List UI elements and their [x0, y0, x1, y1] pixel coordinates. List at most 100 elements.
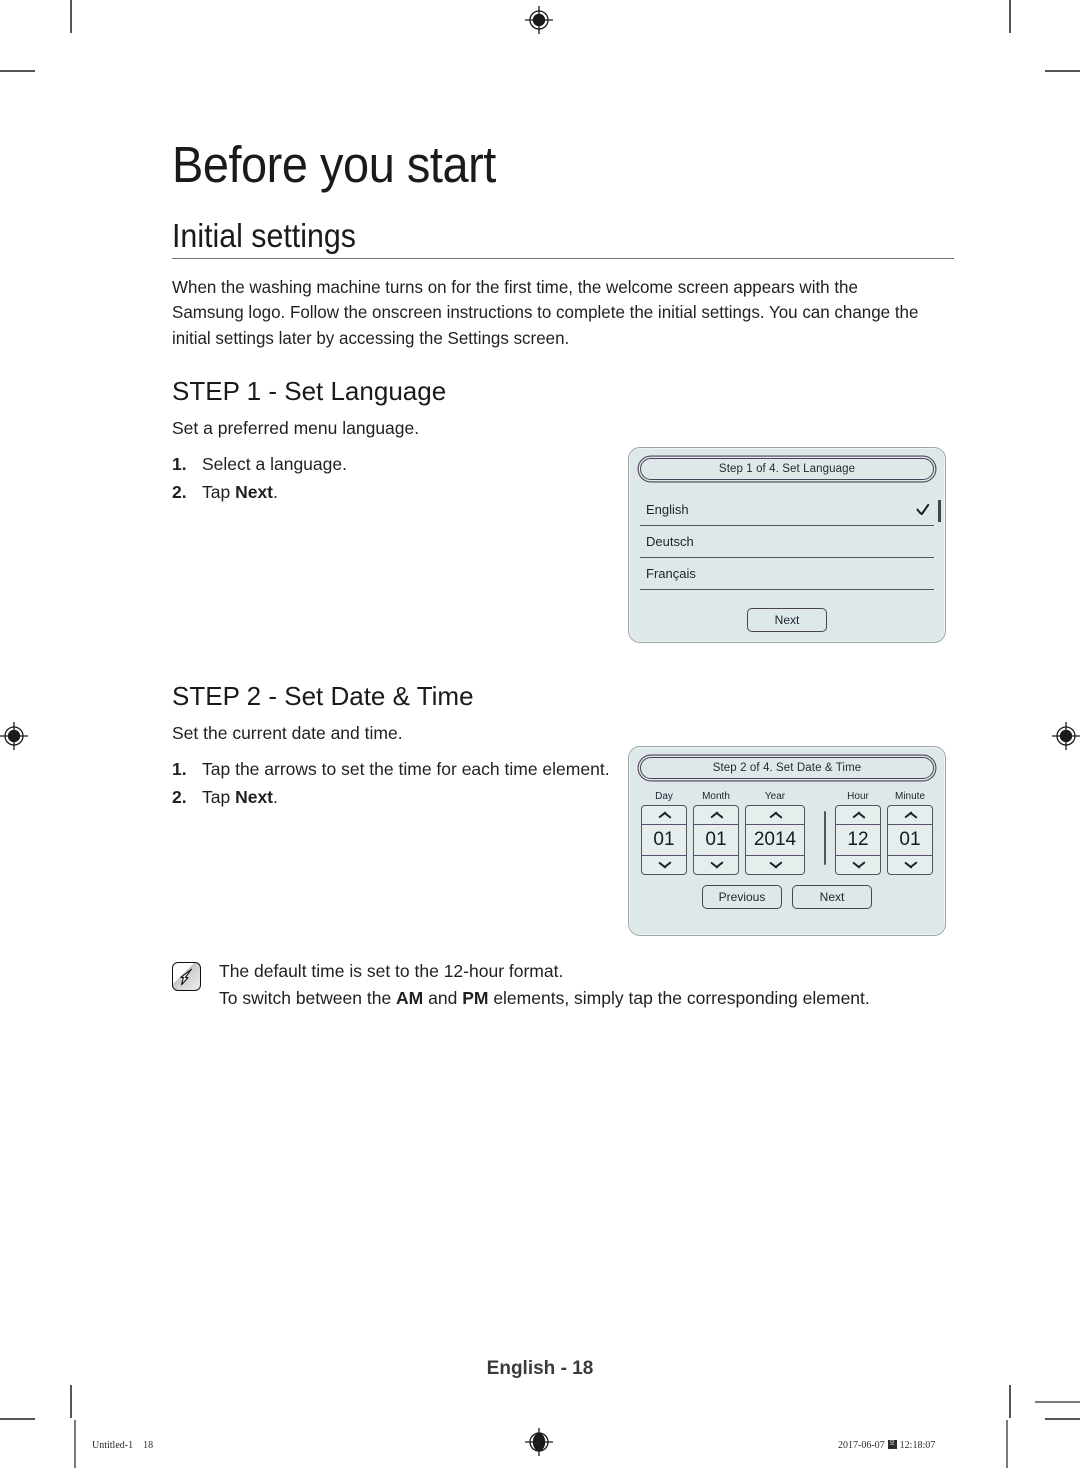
day-value: 01: [653, 829, 675, 850]
minute-spinbox: 01: [887, 805, 933, 875]
month-value: 01: [705, 829, 727, 850]
device-screen-body: Step 2 of 4. Set Date & Time Day 01 Mont…: [629, 747, 945, 935]
chevron-down-icon: [904, 861, 917, 869]
language-list: English Deutsch Français: [640, 494, 941, 590]
device-screen-set-language: Step 1 of 4. Set Language English Deutsc…: [628, 447, 946, 643]
month-decrement-button[interactable]: [694, 855, 738, 874]
note-line2-part-a: To switch between the: [219, 988, 397, 1008]
note-text: The default time is set to the 12-hour f…: [219, 958, 870, 1012]
day-label: Day: [655, 791, 673, 802]
minute-increment-button[interactable]: [888, 806, 932, 825]
year-value: 2014: [753, 829, 797, 850]
note-line-1: The default time is set to the 12-hour f…: [219, 961, 564, 981]
date-time-spinners: Day 01 Month 01 Year 2014 Hour 12 Minute…: [640, 791, 934, 875]
pen-glyph-icon: [180, 968, 193, 986]
minute-decrement-button[interactable]: [888, 855, 932, 874]
page-folio: English - 18: [486, 1358, 594, 1379]
hour-decrement-button[interactable]: [836, 855, 880, 874]
list-text-after: .: [273, 481, 278, 502]
device-screen-body: Step 1 of 4. Set Language English Deutsc…: [629, 448, 945, 642]
print-slug-right: 2017-06-07오전12:18:07: [838, 1440, 935, 1451]
month-increment-button[interactable]: [694, 806, 738, 825]
year-label: Year: [764, 791, 786, 802]
chevron-up-icon: [769, 811, 782, 819]
step1-heading: STEP 1 - Set Language: [172, 376, 447, 406]
step2-heading: STEP 2 - Set Date & Time: [172, 680, 474, 711]
scrollbar-thumb[interactable]: [938, 500, 941, 522]
year-spinbox: 2014: [745, 805, 805, 875]
section-title: Initial settings: [172, 216, 356, 254]
month-spinbox: 01: [693, 805, 739, 875]
list-text-before: Tap: [202, 786, 236, 807]
chevron-down-icon: [710, 861, 723, 869]
step2-subtitle: Set the current date and time.: [172, 722, 403, 743]
note-block: The default time is set to the 12-hour f…: [172, 958, 962, 1012]
year-increment-button[interactable]: [746, 806, 804, 825]
chevron-up-icon: [852, 811, 865, 819]
minute-value: 01: [899, 829, 921, 850]
chevron-up-icon: [710, 811, 723, 819]
list-text: Tap the arrows to set the time for each …: [202, 758, 610, 779]
locale-glyph-icon: 오전: [887, 1440, 897, 1449]
slug-time: 12:18:07: [899, 1440, 936, 1451]
slug-filename: Untitled-1: [92, 1440, 134, 1451]
screen-button-row: Previous Next: [640, 885, 934, 909]
next-button[interactable]: Next: [747, 608, 827, 632]
list-text: Select a language.: [202, 453, 347, 474]
day-decrement-button[interactable]: [642, 855, 686, 874]
hour-spinner: Hour 12: [835, 791, 881, 875]
hour-increment-button[interactable]: [836, 806, 880, 825]
content-column: Before you start Initial settings When t…: [172, 0, 954, 811]
list-text-bold: Next: [235, 481, 274, 502]
language-label: English: [646, 502, 689, 517]
note-line2-part-c: elements, simply tap the corresponding e…: [488, 988, 870, 1008]
list-number: 2.: [172, 786, 187, 807]
language-label: Français: [646, 566, 696, 581]
date-spinner-group: Day 01 Month 01 Year 2014: [638, 791, 808, 875]
step1-subtitle: Set a preferred menu language.: [172, 417, 420, 438]
section-title-rule: Initial settings: [172, 216, 954, 259]
language-option-english[interactable]: English: [640, 494, 934, 526]
device-screen-set-date-time: Step 2 of 4. Set Date & Time Day 01 Mont…: [628, 746, 946, 936]
minute-label: Minute: [894, 791, 925, 802]
chevron-down-icon: [852, 861, 865, 869]
day-spinbox: 01: [641, 805, 687, 875]
note-icon: [172, 962, 201, 991]
year-spinner: Year 2014: [745, 791, 805, 875]
chapter-title: Before you start: [172, 136, 496, 193]
slug-date: 2017-06-07: [838, 1440, 885, 1451]
chevron-down-icon: [658, 861, 671, 869]
screen-titlebar: Step 2 of 4. Set Date & Time: [640, 757, 934, 779]
list-text-before: Tap: [202, 481, 236, 502]
chevron-up-icon: [904, 811, 917, 819]
month-label: Month: [702, 791, 730, 802]
day-increment-button[interactable]: [642, 806, 686, 825]
list-text-bold: Next: [235, 786, 274, 807]
screen-title: Step 2 of 4. Set Date & Time: [712, 762, 862, 774]
intro-paragraph: When the washing machine turns on for th…: [172, 276, 919, 348]
hour-value: 12: [847, 829, 869, 850]
list-number: 1.: [172, 453, 187, 474]
language-option-deutsch[interactable]: Deutsch: [640, 526, 934, 558]
note-line-2: To switch between the AM and PM elements…: [219, 985, 870, 1012]
hour-label: Hour: [847, 791, 869, 802]
list-number: 2.: [172, 481, 187, 502]
screen-button-row: Next: [640, 608, 934, 632]
previous-button[interactable]: Previous: [702, 885, 782, 909]
note-pm-bold: PM: [462, 988, 489, 1008]
screen-title: Step 1 of 4. Set Language: [718, 463, 856, 475]
meridiem-toggle[interactable]: AM PM: [824, 811, 826, 865]
page: Before you start Initial settings When t…: [0, 0, 1080, 1472]
time-spinner-group: Hour 12 Minute 01: [832, 791, 936, 875]
month-spinner: Month 01: [693, 791, 739, 875]
chevron-up-icon: [658, 811, 671, 819]
slug-page-number: 18: [143, 1440, 154, 1451]
year-decrement-button[interactable]: [746, 855, 804, 874]
note-am-bold: AM: [396, 988, 424, 1008]
next-button[interactable]: Next: [792, 885, 872, 909]
language-option-francais[interactable]: Français: [640, 558, 934, 590]
language-label: Deutsch: [646, 534, 694, 549]
print-slug-left: Untitled-1 18: [92, 1440, 153, 1451]
day-spinner: Day 01: [641, 791, 687, 875]
list-number: 1.: [172, 758, 187, 779]
